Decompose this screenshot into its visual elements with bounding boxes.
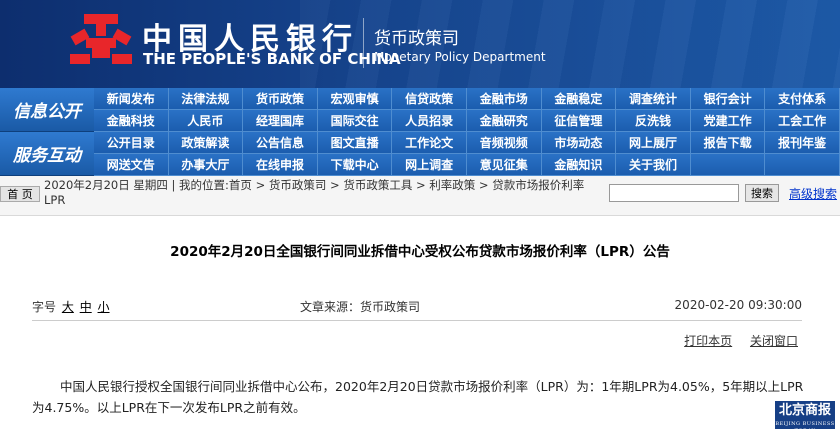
nav-link[interactable]: 金融知识: [541, 154, 617, 176]
nav-link[interactable]: 金融研究: [466, 110, 542, 132]
nav-link[interactable]: 工作论文: [392, 132, 467, 154]
article-source: 文章来源：货币政策司: [300, 300, 421, 314]
nav-grid: 新闻发布 法律法规 货币政策 宏观审慎 信贷政策 金融市场 金融稳定 调查统计 …: [94, 88, 840, 176]
banner-divider: [363, 18, 364, 68]
nav-link[interactable]: 调查统计: [616, 88, 691, 110]
nav-link[interactable]: 经理国库: [243, 110, 318, 132]
nav-link[interactable]: 银行会计: [690, 88, 766, 110]
article: 2020年2月20日全国银行间同业拆借中心受权公布贷款市场报价利率（LPR）公告…: [0, 216, 840, 435]
site-banner: 中国人民银行 THE PEOPLE'S BANK OF CHINA 货币政策司 …: [0, 0, 840, 88]
font-size-small[interactable]: 小: [98, 300, 110, 314]
meta-divider: [32, 320, 802, 321]
nav-link[interactable]: 国际交往: [317, 110, 393, 132]
nav-link[interactable]: 音频视频: [466, 132, 542, 154]
beijing-business-today-watermark: 北京商报 BEIJING BUSINESS TODAY: [774, 400, 836, 434]
font-size-medium[interactable]: 中: [80, 300, 92, 314]
nav-link[interactable]: 宏观审慎: [317, 88, 393, 110]
main-navigation: 信息公开 服务互动 新闻发布 法律法规 货币政策 宏观审慎 信贷政策 金融市场 …: [0, 88, 840, 176]
nav-link-empty: [765, 154, 840, 176]
nav-link-empty: [690, 154, 766, 176]
nav-link[interactable]: 法律法规: [168, 88, 244, 110]
nav-link[interactable]: 公开目录: [94, 132, 169, 154]
nav-link[interactable]: 反洗钱: [616, 110, 691, 132]
advanced-search-link[interactable]: 高级搜索: [789, 185, 837, 202]
nav-link[interactable]: 下载中心: [317, 154, 393, 176]
nav-link[interactable]: 征信管理: [541, 110, 617, 132]
article-tools: 打印本页 关闭窗口: [670, 332, 798, 349]
font-size-large[interactable]: 大: [62, 300, 74, 314]
article-title: 2020年2月20日全国银行间同业拆借中心受权公布贷款市场报价利率（LPR）公告: [170, 244, 670, 260]
nav-link[interactable]: 支付体系: [765, 88, 840, 110]
home-button[interactable]: 首 页: [0, 186, 40, 202]
nav-link[interactable]: 人员招录: [392, 110, 467, 132]
nav-section-service: 服务互动: [0, 132, 94, 176]
nav-link[interactable]: 网上调查: [392, 154, 467, 176]
nav-link[interactable]: 人民币: [168, 110, 244, 132]
nav-link[interactable]: 新闻发布: [94, 88, 169, 110]
nav-link[interactable]: 市场动态: [541, 132, 617, 154]
nav-link[interactable]: 办事大厅: [168, 154, 244, 176]
nav-link[interactable]: 金融科技: [94, 110, 169, 132]
nav-link[interactable]: 党建工作: [690, 110, 766, 132]
nav-link[interactable]: 网送文告: [94, 154, 169, 176]
bank-name-en: THE PEOPLE'S BANK OF CHINA: [143, 50, 401, 68]
nav-link[interactable]: 政策解读: [168, 132, 244, 154]
nav-link[interactable]: 在线申报: [243, 154, 318, 176]
nav-link[interactable]: 意见征集: [466, 154, 542, 176]
nav-link[interactable]: 报告下载: [690, 132, 766, 154]
nav-link[interactable]: 公告信息: [243, 132, 318, 154]
nav-link[interactable]: 货币政策: [243, 88, 318, 110]
article-meta: 字号 大 中 小 文章来源：货币政策司 2020-02-20 09:30:00: [32, 298, 802, 316]
nav-link[interactable]: 关于我们: [616, 154, 691, 176]
nav-link[interactable]: 工会工作: [765, 110, 840, 132]
nav-link[interactable]: 信贷政策: [392, 88, 467, 110]
department-name-cn: 货币政策司: [374, 29, 459, 49]
close-window-link[interactable]: 关闭窗口: [750, 334, 798, 348]
search-input[interactable]: [609, 184, 739, 202]
print-link[interactable]: 打印本页: [684, 334, 732, 348]
nav-link[interactable]: 图文直播: [317, 132, 393, 154]
department-name-en: Monetary Policy Department: [374, 50, 546, 64]
watermark-text: 北京商报: [778, 403, 831, 418]
breadcrumb-bar: 首 页 2020年2月20日 星期四 | 我的位置:首页 > 货币政策司 > 货…: [0, 176, 840, 216]
article-date: 2020-02-20 09:30:00: [674, 298, 802, 312]
font-size-control: 字号 大 中 小: [32, 298, 110, 315]
pboc-logo-icon: [70, 14, 132, 64]
watermark-subtext: BEIJING BUSINESS TODAY: [775, 421, 835, 434]
nav-link[interactable]: 网上展厅: [616, 132, 691, 154]
search-button[interactable]: 搜索: [745, 184, 779, 202]
nav-section-info-public: 信息公开: [0, 88, 94, 132]
nav-link[interactable]: 金融市场: [466, 88, 542, 110]
font-size-label: 字号: [32, 300, 57, 314]
nav-link[interactable]: 报刊年鉴: [765, 132, 840, 154]
breadcrumb: 2020年2月20日 星期四 | 我的位置:首页 > 货币政策司 > 货币政策工…: [44, 178, 585, 207]
nav-link[interactable]: 金融稳定: [541, 88, 617, 110]
article-body: 中国人民银行授权全国银行间同业拆借中心公布，2020年2月20日贷款市场报价利率…: [32, 379, 804, 415]
